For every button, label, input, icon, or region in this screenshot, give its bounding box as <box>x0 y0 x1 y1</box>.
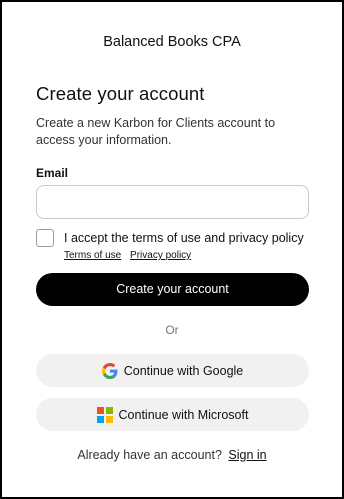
continue-with-google-button[interactable]: Continue with Google <box>36 354 309 387</box>
signin-row: Already have an account? Sign in <box>2 448 342 462</box>
microsoft-icon <box>96 406 113 423</box>
privacy-policy-link[interactable]: Privacy policy <box>130 250 191 261</box>
google-button-label: Continue with Google <box>123 363 244 378</box>
or-divider: Or <box>165 323 179 337</box>
microsoft-green-square <box>105 406 113 414</box>
continue-with-microsoft-button[interactable]: Continue with Microsoft <box>36 398 309 431</box>
signup-card: Balanced Books CPA Create your account C… <box>0 0 344 499</box>
terms-label: I accept the terms of use and privacy po… <box>64 231 304 245</box>
signin-prompt: Already have an account? <box>77 448 222 462</box>
sign-in-link[interactable]: Sign in <box>228 448 266 462</box>
terms-links: Terms of use Privacy policy <box>64 250 197 261</box>
microsoft-blue-square <box>96 415 104 423</box>
microsoft-yellow-square <box>105 415 113 423</box>
email-field[interactable] <box>36 185 309 219</box>
create-account-button[interactable]: Create your account <box>36 273 309 306</box>
page-title: Create your account <box>36 83 205 104</box>
microsoft-button-label: Continue with Microsoft <box>118 407 249 422</box>
terms-checkbox[interactable] <box>36 229 54 247</box>
organization-name: Balanced Books CPA <box>103 34 241 50</box>
google-icon <box>101 362 118 379</box>
email-label: Email <box>36 166 69 180</box>
microsoft-red-square <box>96 406 104 414</box>
page-subtitle: Create a new Karbon for Clients account … <box>36 116 276 147</box>
terms-of-use-link[interactable]: Terms of use <box>64 250 121 261</box>
